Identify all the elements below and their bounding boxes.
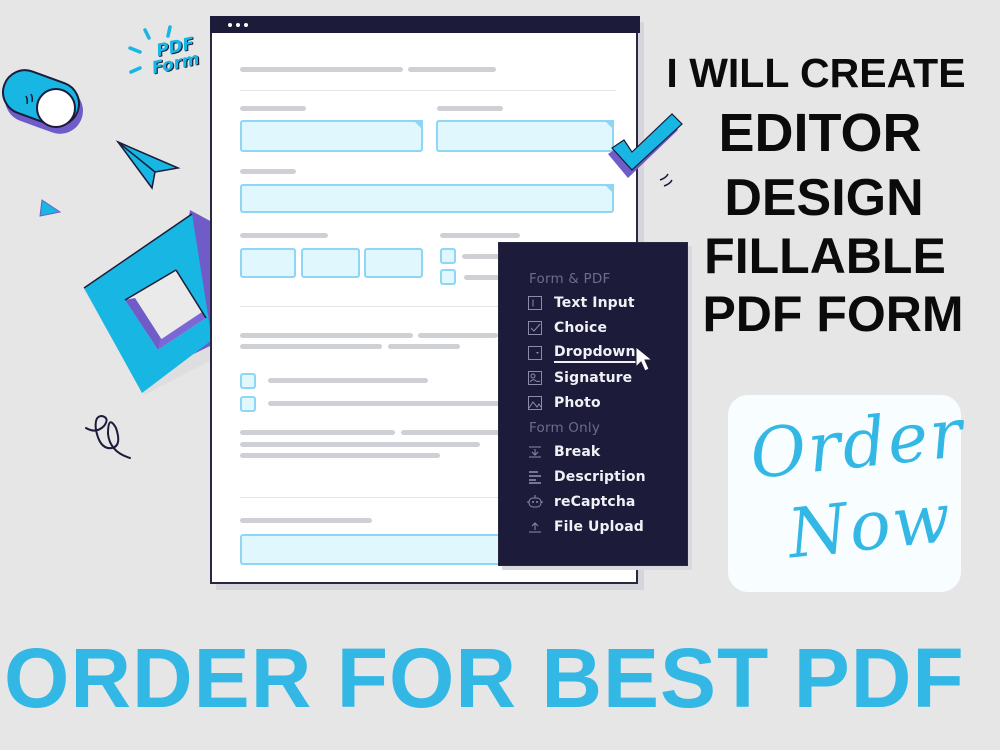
squiggle-decoration <box>85 414 131 459</box>
text-input-icon <box>527 295 543 311</box>
menu-item-file-upload[interactable]: File Upload <box>527 516 677 538</box>
label-placeholder <box>440 233 520 238</box>
window-dot-icon <box>244 23 248 27</box>
menu-item-label: reCaptcha <box>554 494 636 510</box>
menu-item-label: Text Input <box>554 295 635 311</box>
divider <box>240 306 500 307</box>
upload-icon <box>527 519 543 535</box>
checkbox[interactable] <box>240 373 256 389</box>
menu-item-label: Break <box>554 444 601 460</box>
text-placeholder <box>401 430 501 435</box>
text-placeholder <box>240 442 480 447</box>
dropdown-icon <box>527 345 543 361</box>
headline-line-3: DESIGN <box>724 169 924 227</box>
mouse-cursor-icon <box>635 345 654 372</box>
order-banner: ORDER FOR BEST PDF <box>4 631 965 725</box>
toggle-switch-icon <box>2 69 83 134</box>
label-placeholder <box>240 106 306 111</box>
window-title-bar <box>210 16 640 33</box>
window-dot-icon <box>228 23 232 27</box>
option-placeholder <box>268 378 428 383</box>
checkbox[interactable] <box>440 269 456 285</box>
menu-item-label: Choice <box>554 320 608 336</box>
text-placeholder <box>418 333 498 338</box>
checkbox-icon <box>527 320 543 336</box>
headline-line-5: PDF FORM <box>702 286 964 342</box>
menu-section-form-pdf: Form & PDF <box>529 271 611 287</box>
option-placeholder <box>462 254 502 259</box>
text-placeholder <box>240 453 440 458</box>
menu-item-choice[interactable]: Choice <box>527 317 677 339</box>
text-field-wide[interactable] <box>240 184 614 213</box>
divider <box>240 90 616 91</box>
order-now-button[interactable]: Order Now <box>728 394 968 592</box>
label-placeholder <box>437 106 503 111</box>
text-field[interactable] <box>436 120 614 152</box>
description-icon <box>527 469 543 485</box>
menu-item-description[interactable]: Description <box>527 466 677 488</box>
order-now-line2: Now <box>784 478 957 575</box>
headline-line-2: EDITOR <box>718 103 922 163</box>
menu-section-form-only: Form Only <box>529 420 601 436</box>
paper-plane-icon <box>115 140 181 190</box>
text-placeholder <box>388 344 460 349</box>
headline-line-1: I WILL CREATE <box>666 50 966 96</box>
signature-icon <box>527 370 543 386</box>
photo-icon <box>527 395 543 411</box>
menu-item-label: File Upload <box>554 519 644 535</box>
segment-field[interactable] <box>301 248 360 278</box>
text-placeholder <box>240 430 395 435</box>
checkbox[interactable] <box>440 248 456 264</box>
menu-item-recaptcha[interactable]: reCaptcha <box>527 491 677 513</box>
menu-item-label: Description <box>554 469 646 485</box>
menu-item-photo[interactable]: Photo <box>527 392 677 414</box>
text-placeholder <box>240 333 413 338</box>
segment-field[interactable] <box>240 248 296 278</box>
break-icon <box>527 444 543 460</box>
title-placeholder <box>240 67 403 72</box>
segment-field[interactable] <box>364 248 423 278</box>
robot-icon <box>527 494 543 510</box>
menu-item-label: Signature <box>554 370 633 386</box>
label-placeholder <box>240 169 296 174</box>
text-field[interactable] <box>240 120 423 152</box>
option-placeholder <box>464 275 502 280</box>
text-field-bottom[interactable] <box>240 534 530 565</box>
divider <box>240 497 500 498</box>
text-placeholder <box>240 344 382 349</box>
field-type-menu: Form & PDF Text Input Choice Dropdown Si… <box>498 242 688 566</box>
option-placeholder <box>268 401 500 406</box>
headline-line-4: FILLABLE <box>704 228 946 284</box>
label-placeholder <box>240 233 328 238</box>
window-dot-icon <box>236 23 240 27</box>
checkbox[interactable] <box>240 396 256 412</box>
checkmark-icon <box>608 113 683 187</box>
triangle-shape <box>39 199 62 217</box>
square-frame-shape <box>83 210 212 395</box>
menu-item-label: Photo <box>554 395 601 411</box>
menu-item-break[interactable]: Break <box>527 441 677 463</box>
menu-item-text-input[interactable]: Text Input <box>527 292 677 314</box>
label-placeholder <box>240 518 372 523</box>
menu-item-label: Dropdown <box>554 344 636 363</box>
title-placeholder <box>408 67 496 72</box>
